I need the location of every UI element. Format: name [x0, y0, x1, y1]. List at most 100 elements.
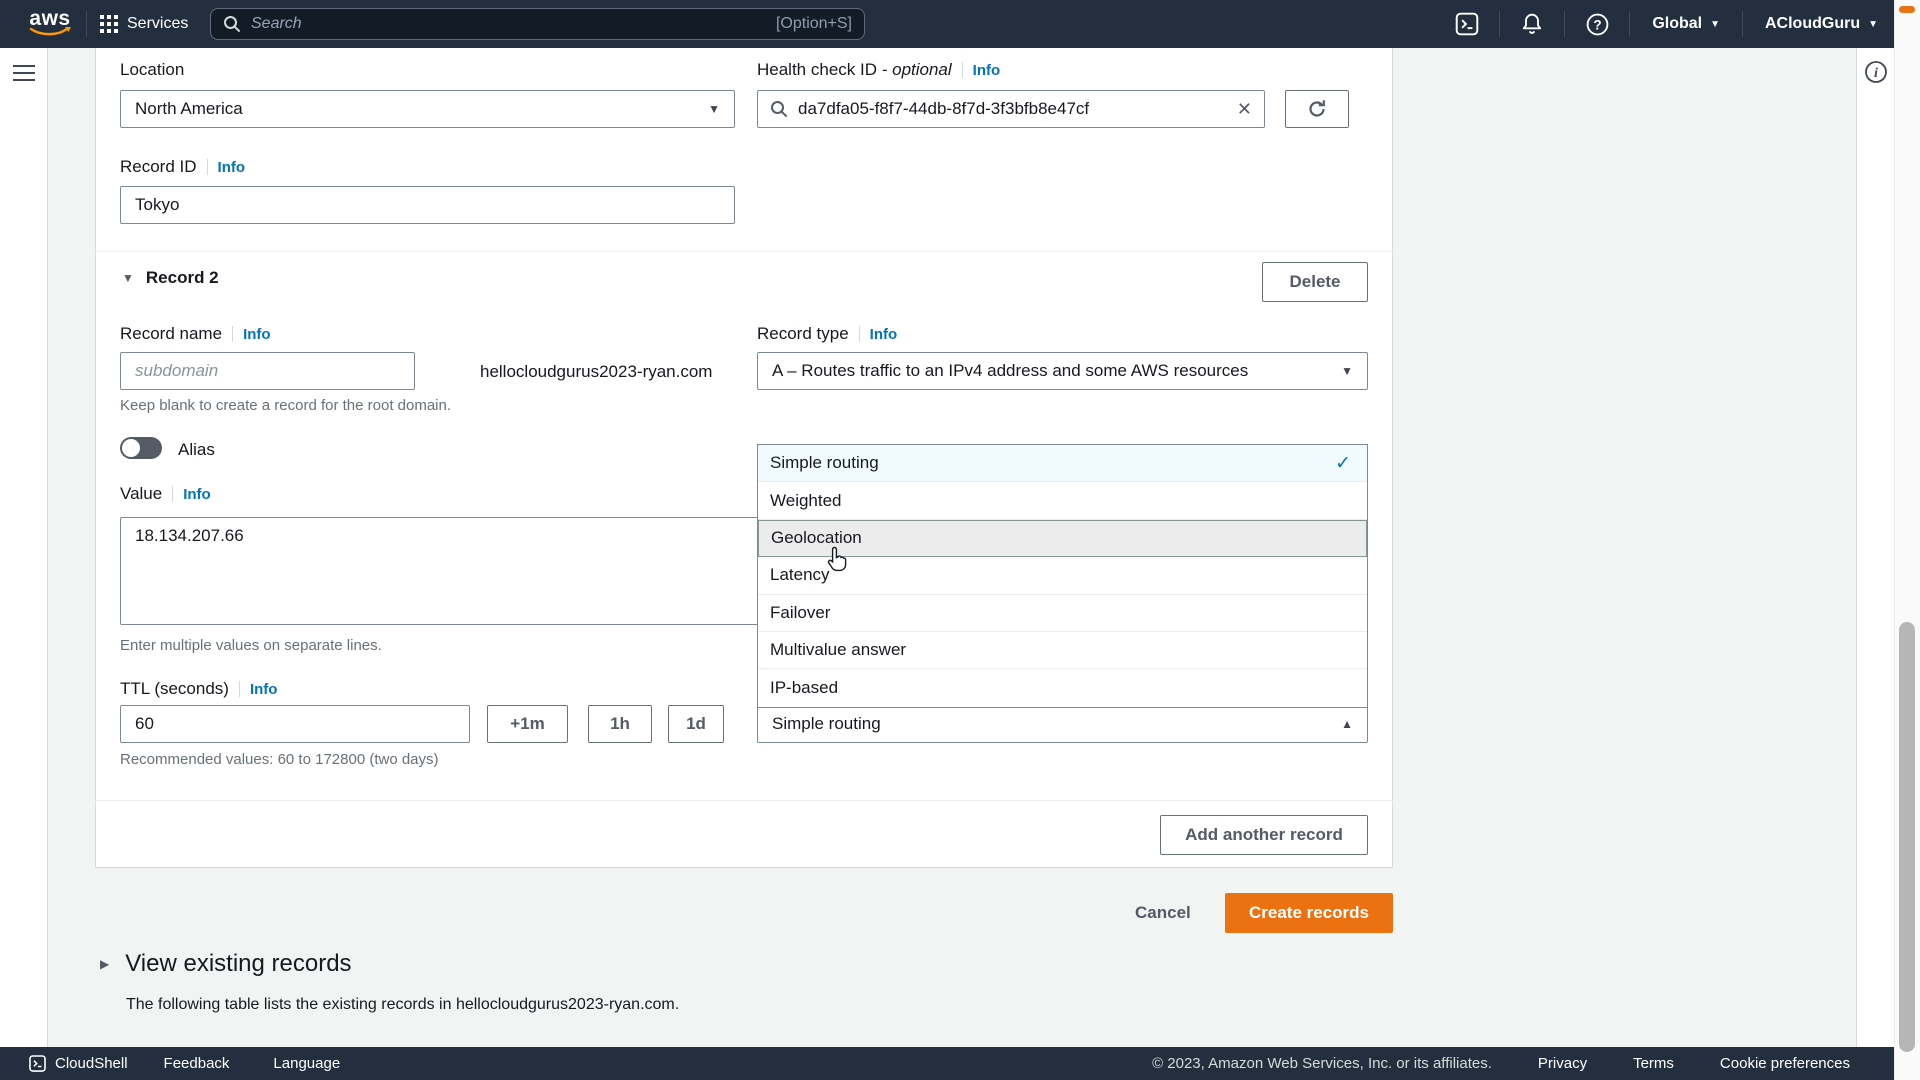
divider: [207, 159, 208, 175]
chevron-down-icon: ▼: [708, 102, 720, 116]
alias-label: Alias: [178, 440, 215, 460]
record-name-info-link[interactable]: Info: [243, 326, 271, 343]
cloudshell-icon: [28, 1054, 47, 1073]
routing-option-latency[interactable]: Latency: [758, 557, 1367, 594]
footer-cookie-preferences-link[interactable]: Cookie preferences: [1720, 1055, 1850, 1072]
routing-policy-dropdown-panel: Simple routing ✓ Weighted Geolocation La…: [757, 444, 1368, 708]
info-panel-icon[interactable]: i: [1864, 60, 1888, 84]
cloudshell-icon[interactable]: [1451, 8, 1483, 40]
record-name-input[interactable]: [120, 352, 415, 390]
svg-text:i: i: [1874, 66, 1878, 81]
record-id-input[interactable]: [120, 186, 735, 224]
divider: [172, 486, 173, 502]
health-check-search-field[interactable]: ✕: [757, 90, 1265, 128]
divider: [232, 326, 233, 342]
record-id-label-row: Record ID Info: [120, 157, 245, 177]
region-selector[interactable]: Global ▼: [1646, 15, 1726, 33]
routing-option-multivalue-answer[interactable]: Multivalue answer: [758, 632, 1367, 669]
location-select[interactable]: North America ▼: [120, 90, 735, 128]
section-divider: [95, 800, 1393, 801]
add-another-record-button[interactable]: Add another record: [1160, 815, 1368, 855]
divider: [1742, 11, 1743, 37]
clear-x-icon[interactable]: ✕: [1237, 99, 1252, 120]
value-label: Value: [120, 484, 162, 504]
chevron-down-icon: ▼: [1341, 364, 1353, 378]
create-records-button[interactable]: Create records: [1225, 893, 1393, 933]
option-label: Geolocation: [771, 528, 862, 548]
scrollbar-orange-marker: [1899, 6, 1915, 13]
ttl-plus-1m-button[interactable]: +1m: [487, 705, 568, 743]
option-label: Weighted: [770, 491, 842, 511]
value-info-link[interactable]: Info: [183, 486, 211, 503]
page-scrollbar-thumb[interactable]: [1899, 622, 1915, 1052]
record-id-info-link[interactable]: Info: [218, 159, 246, 176]
right-tools-rail: i: [1856, 48, 1894, 1047]
divider: [86, 11, 87, 37]
location-label: Location: [120, 60, 184, 80]
page-scrollbar-track[interactable]: [1894, 0, 1920, 1080]
refresh-icon: [1306, 98, 1328, 120]
ttl-label: TTL (seconds): [120, 679, 229, 699]
footer-cloudshell-button[interactable]: CloudShell: [28, 1054, 128, 1073]
services-menu-button[interactable]: Services: [100, 0, 188, 48]
option-label: Failover: [770, 603, 830, 623]
record-name-label-row: Record name Info: [120, 324, 271, 344]
language-label: Language: [273, 1055, 340, 1072]
option-label: Simple routing: [770, 453, 879, 473]
ttl-1h-label: 1h: [610, 714, 630, 734]
location-label-row: Location: [120, 60, 184, 80]
search-shortcut-hint: [Option+S]: [776, 15, 852, 33]
routing-option-ip-based[interactable]: IP-based: [758, 669, 1367, 706]
routing-option-simple-routing[interactable]: Simple routing ✓: [758, 445, 1367, 482]
cancel-button[interactable]: Cancel: [1135, 903, 1191, 923]
location-value: North America: [135, 99, 243, 119]
routing-option-failover[interactable]: Failover: [758, 595, 1367, 632]
footer-privacy-link[interactable]: Privacy: [1538, 1055, 1587, 1072]
triangle-right-icon: ▶: [100, 957, 109, 971]
route53-create-record-page: aws Services [Option+S] ?: [0, 0, 1920, 1080]
record2-section-header[interactable]: ▼ Record 2: [122, 268, 219, 288]
region-label: Global: [1652, 15, 1702, 33]
routing-policy-select[interactable]: Simple routing ▲: [757, 705, 1368, 743]
account-menu[interactable]: ACloudGuru ▼: [1759, 15, 1884, 33]
check-icon: ✓: [1335, 452, 1351, 475]
chevron-down-icon: ▼: [1710, 19, 1720, 30]
refresh-button[interactable]: [1285, 90, 1349, 128]
health-check-info-link[interactable]: Info: [973, 62, 1001, 79]
services-label: Services: [127, 15, 188, 33]
aws-logo[interactable]: aws: [28, 9, 72, 37]
search-input[interactable]: [251, 15, 776, 33]
record-id-label: Record ID: [120, 157, 197, 177]
notifications-bell-icon[interactable]: [1516, 8, 1548, 40]
hamburger-menu-icon[interactable]: [13, 65, 35, 86]
delete-record-button[interactable]: Delete: [1262, 262, 1368, 302]
footer-bar: CloudShell Feedback Language © 2023, Ama…: [0, 1047, 1920, 1080]
health-check-label-row: Health check ID - optional Info: [757, 60, 1000, 80]
record-type-label-row: Record type Info: [757, 324, 897, 344]
footer-terms-link[interactable]: Terms: [1633, 1055, 1674, 1072]
top-navigation-bar: aws Services [Option+S] ?: [0, 0, 1920, 48]
chevron-up-icon: ▲: [1341, 717, 1353, 731]
create-records-label: Create records: [1249, 903, 1369, 923]
ttl-1d-button[interactable]: 1d: [668, 705, 724, 743]
ttl-1h-button[interactable]: 1h: [588, 705, 652, 743]
record-type-select[interactable]: A – Routes traffic to an IPv4 address an…: [757, 352, 1368, 390]
view-existing-records-header[interactable]: ▶ View existing records: [100, 950, 352, 978]
svg-text:?: ?: [1593, 17, 1601, 32]
ttl-1d-label: 1d: [686, 714, 706, 734]
delete-label: Delete: [1289, 272, 1340, 292]
toggle-knob: [122, 439, 140, 457]
divider: [1499, 11, 1500, 37]
health-check-input[interactable]: [798, 99, 1227, 119]
ttl-input[interactable]: [120, 705, 470, 743]
alias-toggle[interactable]: [120, 437, 162, 459]
add-another-record-label: Add another record: [1185, 825, 1343, 845]
footer-language-button[interactable]: Language: [273, 1055, 340, 1072]
help-icon[interactable]: ?: [1581, 8, 1613, 40]
record-type-info-link[interactable]: Info: [870, 326, 898, 343]
ttl-info-link[interactable]: Info: [250, 681, 278, 698]
routing-option-geolocation[interactable]: Geolocation: [758, 520, 1367, 557]
global-search-box[interactable]: [Option+S]: [210, 8, 865, 40]
routing-option-weighted[interactable]: Weighted: [758, 482, 1367, 519]
footer-feedback-button[interactable]: Feedback: [164, 1055, 230, 1072]
